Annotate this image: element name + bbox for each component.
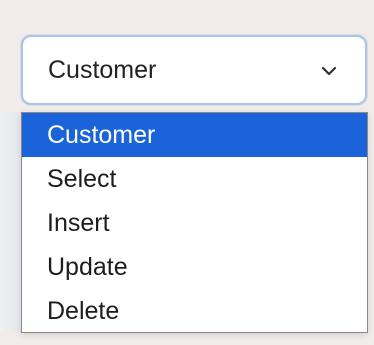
dropdown-option-customer[interactable]: Customer [22,113,367,157]
dropdown-option-update[interactable]: Update [22,245,367,289]
dropdown-option-delete[interactable]: Delete [22,289,367,333]
category-select[interactable]: Customer [21,35,367,105]
background-panel [0,112,21,333]
select-dropdown-list: Customer Select Insert Update Delete [21,112,368,333]
chevron-down-icon[interactable] [321,65,337,77]
dropdown-option-select[interactable]: Select [22,157,367,201]
dropdown-option-insert[interactable]: Insert [22,201,367,245]
selected-value: Customer [48,56,157,84]
